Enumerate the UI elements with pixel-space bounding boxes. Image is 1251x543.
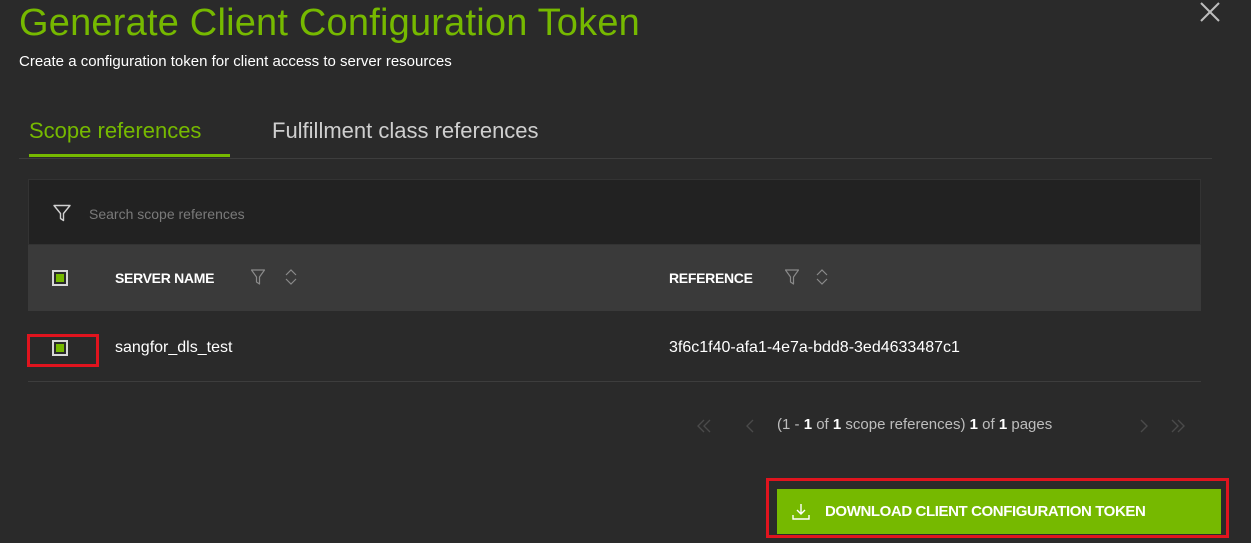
- total-pages: 1: [998, 416, 1008, 433]
- next-page-icon[interactable]: [1136, 418, 1152, 434]
- column-header-server-name[interactable]: SERVER NAME: [115, 270, 214, 286]
- pagination: (1 - 1 of 1 scope references) 1 of 1 pag…: [690, 414, 1190, 438]
- select-all-checkbox[interactable]: [52, 270, 68, 286]
- cell-server-name: sangfor_dls_test: [115, 339, 233, 356]
- close-button[interactable]: [1198, 0, 1224, 26]
- table-row[interactable]: sangfor_dls_test 3f6c1f40-afa1-4e7a-bdd8…: [28, 315, 1201, 382]
- dialog-title: Generate Client Configuration Token: [19, 2, 641, 44]
- sort-icon[interactable]: [815, 268, 829, 286]
- range-end: 1: [803, 416, 813, 433]
- filter-icon: [53, 204, 71, 222]
- tab-bar: Scope references Fulfillment class refer…: [19, 112, 1212, 159]
- tab-fulfillment-class-references[interactable]: Fulfillment class references: [272, 118, 539, 144]
- cell-reference: 3f6c1f40-afa1-4e7a-bdd8-3ed4633487c1: [669, 339, 960, 356]
- row-checkbox-highlight: [27, 334, 99, 367]
- total-count: 1: [832, 416, 842, 433]
- filter-icon[interactable]: [785, 268, 799, 286]
- current-page: 1: [969, 416, 978, 433]
- pagination-info: (1 - 1 of 1 scope references) 1 of 1 pag…: [777, 416, 1053, 433]
- download-button-highlight: [766, 478, 1229, 538]
- filter-icon[interactable]: [251, 268, 265, 286]
- prev-page-icon[interactable]: [742, 418, 758, 434]
- checkbox-checked-mark: [56, 274, 64, 282]
- tab-scope-references[interactable]: Scope references: [29, 118, 201, 144]
- first-page-icon[interactable]: [696, 418, 712, 434]
- search-bar: [28, 179, 1201, 245]
- scope-references-table: SERVER NAME REFERENCE sangfor_dls_test: [28, 179, 1201, 382]
- last-page-icon[interactable]: [1170, 418, 1186, 434]
- active-tab-indicator: [29, 154, 230, 157]
- items-label: scope references: [845, 416, 961, 433]
- range-start: 1: [782, 416, 791, 433]
- column-header-reference[interactable]: REFERENCE: [669, 270, 753, 286]
- table-header: SERVER NAME REFERENCE: [28, 245, 1201, 311]
- dialog-subtitle: Create a configuration token for client …: [19, 53, 452, 70]
- sort-icon[interactable]: [284, 268, 298, 286]
- search-input[interactable]: [87, 200, 691, 228]
- close-icon: [1200, 2, 1220, 22]
- pages-label: pages: [1011, 416, 1053, 433]
